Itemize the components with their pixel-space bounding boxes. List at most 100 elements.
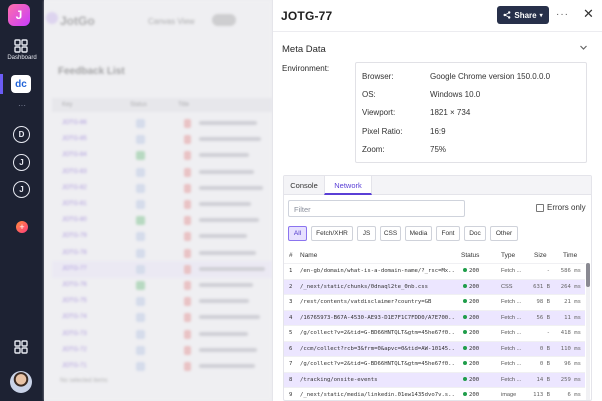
table-row[interactable]: 1/en-gb/domain/what-is-a-domain-name/?_r… bbox=[284, 263, 585, 279]
col-number[interactable]: # bbox=[289, 252, 293, 259]
response-size: 98 B bbox=[536, 299, 550, 305]
status-code: 200 bbox=[463, 315, 479, 321]
table-row[interactable]: 9 /_next/static/media/linkedin.01ew1435dv… bbox=[284, 387, 585, 400]
user-avatar[interactable] bbox=[10, 371, 32, 393]
workspace-dc-icon[interactable]: dc bbox=[11, 75, 31, 93]
filter-input[interactable]: Filter bbox=[288, 200, 465, 217]
status-code: 200 bbox=[463, 299, 479, 305]
app-logo[interactable]: J bbox=[8, 4, 30, 26]
left-rail: J Dashboard dc ··· D J J + bbox=[0, 0, 44, 401]
col-status[interactable]: Status bbox=[461, 252, 479, 259]
chip-other[interactable]: Other bbox=[490, 226, 518, 241]
response-time: 6 ms bbox=[567, 392, 581, 398]
table-row[interactable]: 3/rest/contents/vatdisclaimer?country=GB… bbox=[284, 294, 585, 310]
chip-media[interactable]: Media bbox=[405, 226, 432, 241]
errors-only-label: Errors only bbox=[547, 203, 586, 212]
response-size: 0 B bbox=[539, 361, 550, 367]
row-number: 1 bbox=[289, 268, 293, 274]
environment-box: Browser: Google Chrome version 150.0.0.0 … bbox=[355, 62, 587, 163]
col-time[interactable]: Time bbox=[563, 252, 577, 259]
request-name: /en-gb/domain/what-is-a-domain-name/?_rs… bbox=[300, 268, 455, 274]
chip-fetch-xhr[interactable]: Fetch/XHR bbox=[311, 226, 353, 241]
close-icon[interactable]: ✕ bbox=[583, 6, 594, 22]
env-value: 1821 × 734 bbox=[430, 108, 471, 117]
requests-table-header: # Name Status Type Size Time bbox=[284, 249, 591, 263]
request-name: /_next/static/media/linkedin.01ew1435dvo… bbox=[300, 392, 455, 398]
more-dots[interactable]: ··· bbox=[0, 101, 44, 110]
request-name: /_next/static/chunks/0dnaql2te_0nb.css bbox=[300, 283, 428, 290]
network-inspector: Console Network Filter Errors only All F… bbox=[283, 175, 592, 401]
col-type[interactable]: Type bbox=[501, 252, 515, 259]
row-number: 3 bbox=[289, 299, 293, 305]
response-time: 264 ms bbox=[560, 283, 581, 290]
env-key: Viewport: bbox=[362, 108, 396, 117]
collapse-chevron-icon[interactable] bbox=[579, 43, 588, 54]
chip-js[interactable]: JS bbox=[357, 226, 376, 241]
tab-network[interactable]: Network bbox=[324, 176, 372, 195]
response-size: - bbox=[546, 330, 550, 336]
row-number: 2 bbox=[289, 283, 293, 290]
table-row[interactable]: 4/16765973-B67A-4530-AE93-D1E7F1C7FDD0/A… bbox=[284, 309, 585, 325]
share-button[interactable]: Share ▾ bbox=[497, 6, 549, 24]
more-options-icon[interactable]: ··· bbox=[556, 9, 569, 20]
env-row-viewport: Viewport: 1821 × 734 bbox=[356, 105, 588, 120]
col-name[interactable]: Name bbox=[300, 252, 317, 259]
chevron-down-icon: ▾ bbox=[539, 12, 543, 19]
chip-css[interactable]: CSS bbox=[380, 226, 401, 241]
row-number: 7 bbox=[289, 361, 293, 367]
chip-doc[interactable]: Doc bbox=[464, 226, 486, 241]
status-code: 200 bbox=[463, 392, 479, 398]
status-code: 200 bbox=[463, 330, 479, 336]
response-time: 586 ms bbox=[560, 268, 581, 274]
apps-grid-icon[interactable] bbox=[12, 338, 30, 356]
table-row[interactable]: 8/tracking/onsite-events 200 Fetch ... 14 B… bbox=[284, 371, 585, 387]
response-size: 0 B bbox=[539, 345, 550, 352]
col-size[interactable]: Size bbox=[534, 252, 547, 259]
row-number: 9 bbox=[289, 392, 293, 398]
env-key: Browser: bbox=[362, 72, 394, 81]
env-row-browser: Browser: Google Chrome version 150.0.0.0 bbox=[356, 69, 588, 84]
project-d-icon[interactable]: D bbox=[13, 126, 30, 143]
response-time: 96 ms bbox=[564, 361, 581, 367]
status-code: 200 bbox=[463, 284, 479, 290]
response-size: 14 B bbox=[536, 376, 550, 383]
meta-data-title[interactable]: Meta Data bbox=[282, 44, 326, 55]
response-time: 259 ms bbox=[560, 376, 581, 383]
request-type: Fetch ... bbox=[501, 299, 521, 305]
table-row[interactable]: 6/ccm/collect?rcb=3&frm=0&apvc=0&tid=AW-… bbox=[284, 340, 585, 356]
errors-only-checkbox[interactable] bbox=[536, 204, 544, 212]
env-row-os: OS: Windows 10.0 bbox=[356, 87, 588, 102]
request-name: /rest/contents/vatdisclaimer?country=GB bbox=[300, 299, 432, 305]
project-j2-icon[interactable]: J bbox=[13, 181, 30, 198]
table-row[interactable]: 5/g/collect?v=2&tid=G-BD66HNTQLT&gtm=45h… bbox=[284, 325, 585, 341]
env-value: 75% bbox=[430, 145, 447, 154]
request-type: Fetch ... bbox=[501, 314, 521, 321]
issue-key-title: JOTG-77 bbox=[281, 9, 333, 23]
modal-dim bbox=[44, 0, 272, 401]
response-time: 418 ms bbox=[560, 330, 581, 336]
env-key: OS: bbox=[362, 90, 376, 99]
status-code: 200 bbox=[463, 346, 479, 352]
scrollbar-thumb[interactable] bbox=[586, 263, 590, 287]
chip-all[interactable]: All bbox=[288, 226, 307, 241]
env-row-pixel-ratio: Pixel Ratio: 16:9 bbox=[356, 124, 588, 139]
response-time: 11 ms bbox=[564, 314, 581, 321]
dashboard-grid-icon[interactable] bbox=[12, 37, 30, 55]
table-scrollbar[interactable] bbox=[586, 263, 590, 400]
table-row[interactable]: 7/g/collect?v=2&tid=G-BD66HNTQLT&gtm=45h… bbox=[284, 356, 585, 372]
request-name: /ccm/collect?rcb=3&frm=0&apvc=0&tid=AW-1… bbox=[300, 345, 455, 352]
response-time: 21 ms bbox=[564, 299, 581, 305]
request-name: /16765973-B67A-4530-AE93-D1E7F1C7FDD0/A7… bbox=[300, 314, 455, 321]
tab-console[interactable]: Console bbox=[284, 176, 324, 195]
env-row-zoom: Zoom: 75% bbox=[356, 142, 588, 157]
divider bbox=[273, 31, 602, 32]
request-type: Fetch ... bbox=[501, 361, 521, 367]
add-project-icon[interactable]: + bbox=[16, 221, 28, 233]
chip-font[interactable]: Font bbox=[436, 226, 460, 241]
response-size: 631 B bbox=[533, 283, 550, 290]
row-number: 4 bbox=[289, 314, 293, 321]
env-value: Windows 10.0 bbox=[430, 90, 481, 99]
dashboard-label: Dashboard bbox=[7, 55, 37, 61]
project-j-icon[interactable]: J bbox=[13, 154, 30, 171]
table-row[interactable]: 2 /_next/static/chunks/0dnaql2te_0nb.css 2… bbox=[284, 278, 585, 294]
